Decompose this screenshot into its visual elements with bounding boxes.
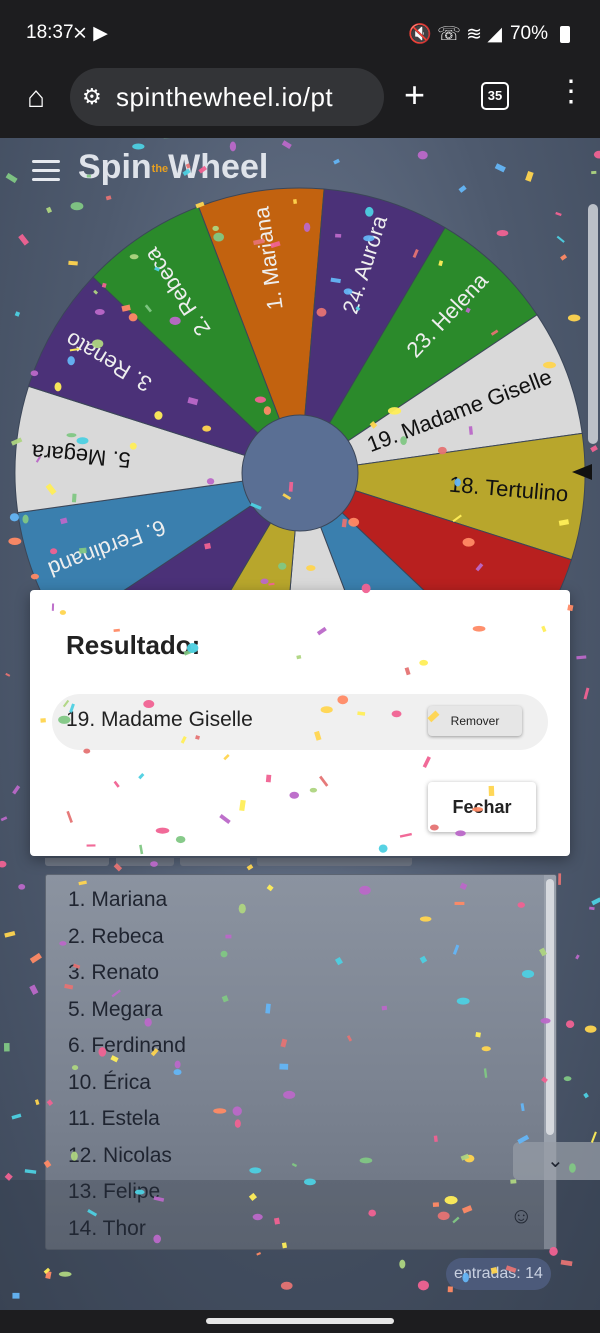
home-gesture-pill[interactable] bbox=[206, 1318, 394, 1324]
entry-item: 1. Mariana bbox=[68, 888, 168, 911]
result-row: 19. Madame Giselle Remover bbox=[52, 694, 548, 750]
entry-item: 11. Estela bbox=[68, 1107, 160, 1130]
tab-strip[interactable] bbox=[180, 858, 250, 866]
remove-button[interactable]: Remover bbox=[428, 706, 522, 736]
battery-icon bbox=[560, 25, 570, 43]
confetti-piece bbox=[12, 785, 21, 795]
tab-strip[interactable] bbox=[116, 858, 174, 866]
url-text[interactable]: spinthewheel.io/pt bbox=[116, 82, 333, 113]
result-dialog: Resultado: 19. Madame Giselle Remover Fe… bbox=[30, 590, 570, 856]
confetti-piece bbox=[565, 1020, 575, 1029]
notification-icons: ⨯ ▶ bbox=[72, 23, 108, 44]
status-bar: 18:37 ⨯ ▶ 🔇 ☏ ≋ ◢ 70% bbox=[0, 0, 600, 66]
entries-count-badge: entradas: 14 bbox=[446, 1258, 551, 1290]
more-vert-icon[interactable]: ⋮ bbox=[556, 74, 586, 109]
confetti-piece bbox=[11, 1113, 22, 1120]
wheel-hub[interactable] bbox=[241, 414, 359, 532]
status-right: 🔇 ☏ ≋ ◢ 70% bbox=[408, 22, 570, 46]
confetti-piece bbox=[0, 860, 7, 868]
confetti-piece bbox=[5, 672, 11, 677]
confetti-piece bbox=[591, 897, 600, 906]
home-icon[interactable]: ⌂ bbox=[18, 80, 54, 116]
page-scrollbar[interactable] bbox=[588, 204, 598, 444]
entry-item: 5. Megara bbox=[68, 997, 163, 1021]
confetti-piece bbox=[29, 952, 42, 964]
confetti-piece bbox=[0, 816, 8, 822]
browser-toolbar: ⌂ ⚙ spinthewheel.io/pt + 35 ⋮ bbox=[0, 66, 600, 138]
confetti-piece bbox=[563, 1076, 572, 1082]
bottom-overlay bbox=[0, 1180, 600, 1310]
dialog-title: Resultado: bbox=[66, 630, 201, 660]
confetti-piece bbox=[583, 1092, 589, 1099]
confetti-piece bbox=[583, 687, 590, 700]
tune-icon[interactable]: ⚙ bbox=[82, 84, 102, 110]
page-content: SpintheWheel 1. Mariana 24. Aurora 23. Hel… bbox=[0, 138, 600, 1310]
entries-scroll-thumb[interactable] bbox=[546, 879, 554, 1135]
system-nav-bar bbox=[0, 1310, 600, 1333]
confetti-piece bbox=[24, 1169, 37, 1174]
system-icons: 🔇 ☏ ≋ ◢ bbox=[408, 24, 502, 45]
tab-count-button[interactable]: 35 bbox=[481, 82, 509, 110]
confetti-piece bbox=[29, 984, 39, 996]
confetti-piece bbox=[3, 1043, 10, 1052]
tab-strip[interactable] bbox=[257, 858, 412, 866]
entry-item: 10. Érica bbox=[68, 1070, 151, 1094]
url-bar[interactable]: ⚙ spinthewheel.io/pt bbox=[70, 68, 384, 126]
entry-item: 2. Rebeca bbox=[68, 924, 164, 948]
confetti-piece bbox=[18, 884, 26, 890]
confetti-piece bbox=[4, 930, 16, 938]
confetti-piece bbox=[584, 1025, 597, 1033]
plus-icon[interactable]: + bbox=[404, 74, 425, 116]
close-button[interactable]: Fechar bbox=[428, 782, 536, 832]
entry-item: 12. Nicolas bbox=[68, 1143, 172, 1167]
battery-percent: 70% bbox=[509, 23, 548, 44]
confetti-piece bbox=[575, 954, 580, 960]
tab-strip[interactable] bbox=[45, 858, 109, 866]
entry-item: 6. Ferdinand bbox=[68, 1034, 186, 1057]
status-time: 18:37 bbox=[26, 22, 74, 43]
result-name: 19. Madame Giselle bbox=[66, 708, 253, 731]
confetti-piece bbox=[34, 1099, 40, 1106]
confetti-piece bbox=[589, 906, 595, 911]
chevron-down-icon[interactable]: ⌄ bbox=[513, 1142, 600, 1180]
entry-item: 3. Renato bbox=[68, 961, 160, 984]
confetti-piece bbox=[558, 873, 562, 885]
spin-wheel[interactable]: 1. Mariana 24. Aurora 23. Helena19. Madame… bbox=[0, 138, 600, 658]
